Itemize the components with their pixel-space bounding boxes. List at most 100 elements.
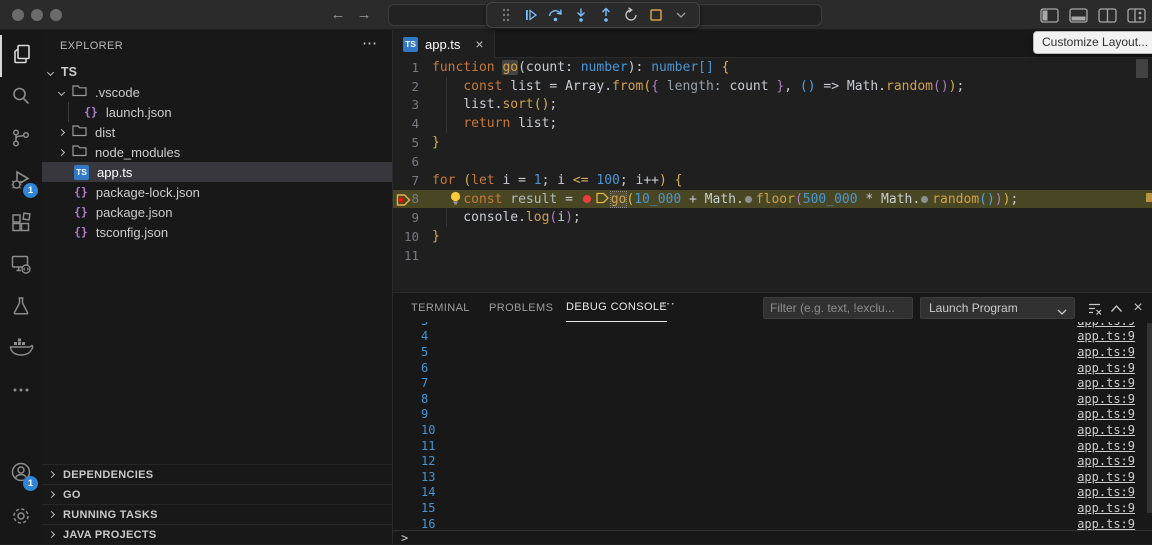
line-number[interactable]: 5	[393, 135, 432, 150]
restart-icon[interactable]	[622, 6, 640, 24]
console-source-link[interactable]: app.ts:9	[1077, 485, 1135, 499]
tree-item--vscode[interactable]: .vscode	[42, 82, 392, 102]
sidebar-title: EXPLORER	[60, 40, 123, 52]
console-source-link[interactable]: app.ts:9	[1077, 376, 1135, 390]
console-source-link[interactable]: app.ts:9	[1077, 329, 1135, 343]
tree-item-tsconfig-json[interactable]: {}tsconfig.json	[42, 222, 392, 242]
activity-item-explorer[interactable]	[0, 35, 42, 77]
close-tab-icon[interactable]: ×	[475, 36, 483, 52]
activity-item-docker[interactable]	[0, 329, 42, 371]
step-into-icon[interactable]	[572, 6, 590, 24]
tree-item-label: launch.json	[106, 105, 172, 120]
tree-item-package-lock-json[interactable]: {}package-lock.json	[42, 182, 392, 202]
tree-item-label: package.json	[96, 205, 173, 220]
line-number[interactable]: 3	[393, 97, 432, 112]
section-go[interactable]: GO	[42, 484, 392, 504]
dropdown-chevron-icon[interactable]	[672, 6, 690, 24]
code-line-3[interactable]: 3 list.sort();	[393, 96, 1152, 115]
code-line-2[interactable]: 2 const list = Array.from({ length: coun…	[393, 77, 1152, 96]
panel-header: TERMINAL PROBLEMS DEBUG CONSOLE ⋯ Filter (…	[393, 293, 1152, 322]
code-line-7[interactable]: 7for (let i = 1; i <= 100; i++) {	[393, 171, 1152, 190]
activity-item-testing[interactable]	[0, 287, 42, 329]
line-number[interactable]: 9	[393, 210, 432, 225]
console-source-link[interactable]: app.ts:9	[1077, 407, 1135, 421]
line-number[interactable]: 1	[393, 60, 432, 75]
activity-item-search[interactable]	[0, 77, 42, 119]
activity-item-run-and-debug[interactable]: 1	[0, 161, 42, 203]
console-source-link[interactable]: app.ts:9	[1077, 392, 1135, 406]
section-dependencies[interactable]: DEPENDENCIES	[42, 464, 392, 484]
tree-root-ts[interactable]: TS	[42, 62, 392, 82]
code-line-10[interactable]: 10}	[393, 227, 1152, 246]
debug-current-line-breakpoint-icon[interactable]	[396, 193, 411, 212]
panel-scrollbar-thumb[interactable]	[1147, 323, 1152, 513]
debug-console-input[interactable]: >	[393, 530, 1152, 545]
code-line-11[interactable]: 11	[393, 246, 1152, 265]
panel-tab-problems[interactable]: PROBLEMS	[489, 293, 553, 322]
step-over-icon[interactable]	[547, 6, 565, 24]
zoom-window-button[interactable]	[50, 9, 62, 21]
line-number[interactable]: 4	[393, 116, 432, 131]
code-line-9[interactable]: 9 console.log(i);	[393, 208, 1152, 227]
toggle-panel-icon[interactable]	[1068, 4, 1088, 26]
tree-item-dist[interactable]: dist	[42, 122, 392, 142]
tree-item-package-json[interactable]: {}package.json	[42, 202, 392, 222]
activity-item-extensions[interactable]	[0, 203, 42, 245]
navigate-back-icon[interactable]: ←	[329, 6, 347, 24]
console-source-link[interactable]: app.ts:9	[1077, 423, 1135, 437]
lightbulb-quick-fix-icon[interactable]	[449, 191, 462, 210]
tree-item-launch-json[interactable]: {}launch.json	[42, 102, 392, 122]
clear-console-icon[interactable]	[1086, 300, 1102, 316]
console-source-link[interactable]: app.ts:9	[1077, 361, 1135, 375]
console-source-link[interactable]: app.ts:9	[1077, 345, 1135, 359]
activity-item-accounts[interactable]: 1	[0, 452, 42, 496]
console-source-link[interactable]: app.ts:9	[1077, 501, 1135, 515]
navigate-forward-icon[interactable]: →	[355, 6, 373, 24]
debug-session-select[interactable]: Launch Program	[920, 297, 1075, 319]
code-editor[interactable]: 1function go(count: number): number[] {2…	[393, 58, 1152, 292]
overview-ruler-breakpoint-mark	[1146, 193, 1152, 202]
tree-item-app-ts[interactable]: TSapp.ts	[42, 162, 392, 182]
code-line-4[interactable]: 4 return list;	[393, 114, 1152, 133]
activity-item-remote-explorer[interactable]	[0, 245, 42, 287]
code-line-8[interactable]: 8 const result = go(10_000 + Math.floor(…	[393, 190, 1152, 209]
console-source-link[interactable]: app.ts:9	[1077, 470, 1135, 484]
step-out-icon[interactable]	[597, 6, 615, 24]
line-number[interactable]: 6	[393, 154, 432, 169]
stop-icon[interactable]	[647, 6, 665, 24]
line-number[interactable]: 7	[393, 173, 432, 188]
console-source-link[interactable]: app.ts:9	[1077, 454, 1135, 468]
console-filter-input[interactable]: Filter (e.g. text, !exclu...	[763, 297, 913, 319]
code-line-5[interactable]: 5}	[393, 133, 1152, 152]
line-number[interactable]: 2	[393, 79, 432, 94]
tree-item-node-modules[interactable]: node_modules	[42, 142, 392, 162]
close-window-button[interactable]	[12, 9, 24, 21]
line-number[interactable]: 11	[393, 248, 432, 263]
activity-item-settings[interactable]	[0, 496, 42, 540]
editor-scrollbar-thumb[interactable]	[1136, 59, 1148, 78]
customize-layout-icon[interactable]	[1126, 4, 1146, 26]
section-java-projects[interactable]: JAVA PROJECTS	[42, 524, 392, 544]
panel-tab-terminal[interactable]: TERMINAL	[411, 293, 470, 322]
tab-label: app.ts	[425, 37, 460, 52]
code-line-1[interactable]: 1function go(count: number): number[] {	[393, 58, 1152, 77]
section-running-tasks[interactable]: RUNNING TASKS	[42, 504, 392, 524]
tree-item-label: dist	[95, 125, 115, 140]
maximize-panel-icon[interactable]	[1108, 300, 1124, 316]
console-source-link[interactable]: app.ts:9	[1077, 439, 1135, 453]
minimize-window-button[interactable]	[31, 9, 43, 21]
panel-tab-debug-console[interactable]: DEBUG CONSOLE	[566, 293, 667, 322]
title-bar: ← →	[0, 0, 1152, 30]
continue-icon[interactable]	[522, 6, 540, 24]
console-source-link[interactable]: app.ts:9	[1077, 517, 1135, 531]
panel-more-actions-icon[interactable]: ⋯	[661, 295, 676, 312]
tab-app-ts[interactable]: TS app.ts ×	[393, 30, 495, 58]
line-number[interactable]: 10	[393, 229, 432, 244]
toggle-primary-sidebar-icon[interactable]	[1039, 4, 1059, 26]
activity-item-more[interactable]	[0, 371, 42, 413]
explorer-more-actions-icon[interactable]: ⋯	[362, 34, 378, 52]
split-editor-icon[interactable]	[1097, 4, 1117, 26]
close-panel-icon[interactable]: ×	[1130, 300, 1146, 316]
activity-item-source-control[interactable]	[0, 119, 42, 161]
code-line-6[interactable]: 6	[393, 152, 1152, 171]
